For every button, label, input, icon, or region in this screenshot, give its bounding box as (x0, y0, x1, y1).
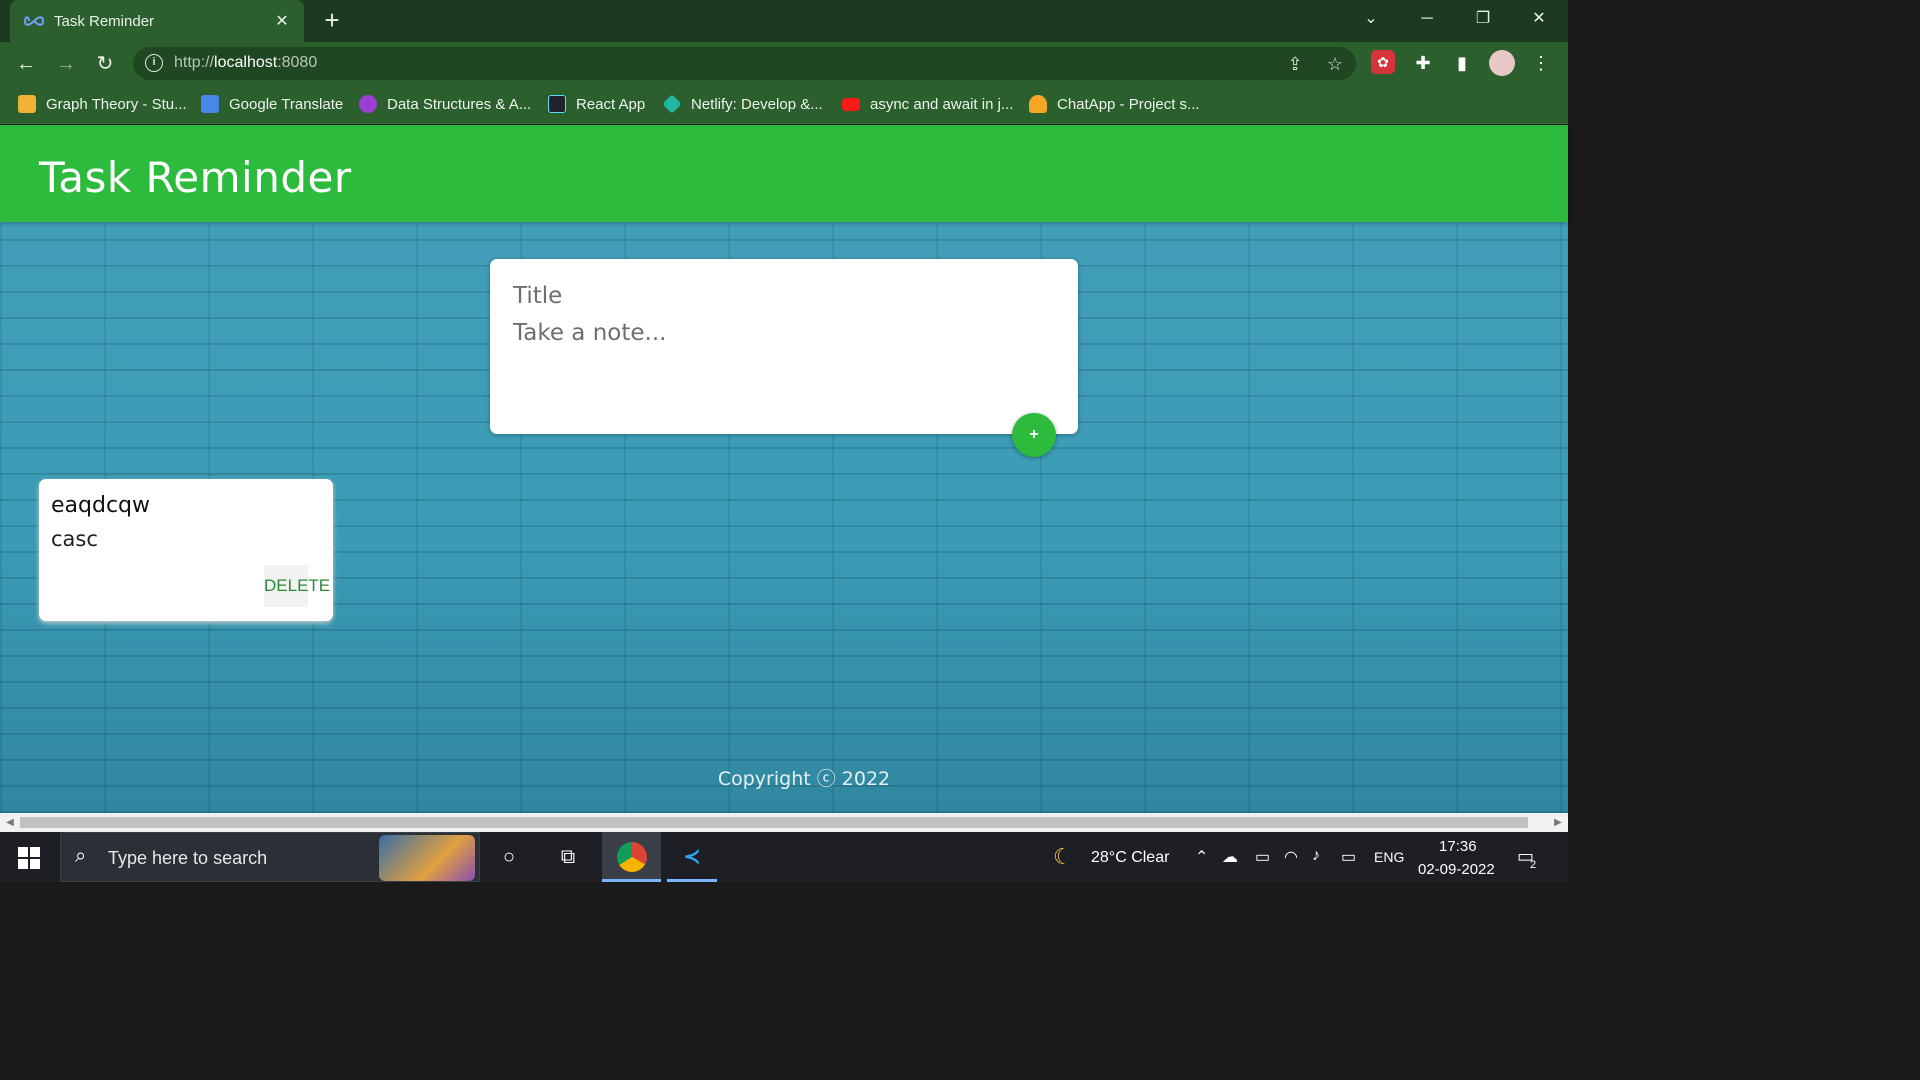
netlify-icon (662, 94, 682, 114)
react-icon (548, 95, 566, 113)
cortana-icon[interactable]: ○ (494, 842, 524, 872)
clock-time[interactable]: 17:36 (1439, 838, 1477, 855)
browser-toolbar: ← → ↻ i http://localhost:8080 ⇪ ☆ ✿ ✚ ▮ … (0, 42, 1568, 84)
app-header: Task Reminder (0, 125, 1568, 222)
forward-icon[interactable]: → (52, 50, 80, 78)
bookmark-item[interactable]: Data Structures & A... (359, 93, 531, 115)
address-bar[interactable]: i http://localhost:8080 ⇪ ☆ (133, 47, 1356, 80)
wifi-icon[interactable]: ◠ (1284, 847, 1298, 867)
extension-icon[interactable]: ✿ (1371, 50, 1395, 74)
task-view-icon[interactable]: ⧉ (553, 842, 583, 872)
note-body-input[interactable] (513, 320, 1053, 390)
running-app-indicator (667, 879, 717, 882)
note-content: casc (51, 527, 98, 551)
vscode-icon[interactable]: ≺ (677, 842, 707, 872)
search-highlight-image (379, 835, 475, 881)
close-window-icon[interactable]: ✕ (1519, 6, 1559, 32)
share-icon[interactable]: ⇪ (1283, 52, 1307, 76)
delete-note-button[interactable]: DELETE (264, 565, 330, 607)
tab-title: Task Reminder (54, 12, 155, 30)
active-app-indicator (602, 879, 661, 882)
youtube-icon (842, 97, 860, 111)
browser-tab-bar: Task Reminder ✕ + ⌄ ─ ❐ ✕ (0, 0, 1568, 42)
bookmark-favicon-icon (18, 95, 36, 113)
info-icon[interactable]: i (145, 54, 163, 72)
note-card: eaqdcqw casc DELETE (39, 479, 333, 621)
puzzle-icon[interactable]: ✚ (1410, 50, 1436, 76)
taskbar-search-box[interactable]: ⌕ Type here to search (60, 832, 480, 882)
page-background: Task Reminder + eaqdcqw casc DELETE Copy… (0, 125, 1568, 813)
clock-date[interactable]: 02-09-2022 (1418, 861, 1495, 878)
weather-text[interactable]: 28°C Clear (1091, 849, 1169, 867)
bookmark-item[interactable]: React App (548, 93, 645, 115)
create-note-form (490, 259, 1078, 434)
windows-taskbar: ⌕ Type here to search ○ ⧉ ≺ ☾ 28°C Clear… (0, 832, 1568, 882)
bookmark-star-icon[interactable]: ☆ (1323, 52, 1347, 76)
bookmark-item[interactable]: async and await in j... (842, 93, 1013, 115)
minimize-icon[interactable]: ─ (1407, 6, 1447, 32)
reload-icon[interactable]: ↻ (91, 50, 119, 78)
volume-icon[interactable]: ♪ (1312, 847, 1320, 865)
browser-tab[interactable]: Task Reminder ✕ (10, 0, 304, 42)
battery-icon[interactable]: ▭ (1341, 847, 1356, 867)
language-indicator[interactable]: ENG (1374, 849, 1404, 865)
tab-search-icon[interactable]: ⌄ (1351, 6, 1391, 32)
side-panel-icon[interactable]: ▮ (1449, 50, 1475, 76)
new-tab-icon[interactable]: + (318, 6, 346, 34)
horizontal-scrollbar[interactable]: ◀ ▶ (0, 813, 1568, 832)
bookmarks-bar: Graph Theory - Stu... Google Translate D… (0, 84, 1568, 124)
bookmark-item[interactable]: Graph Theory - Stu... (18, 93, 187, 115)
note-title: eaqdcqw (51, 493, 150, 518)
scroll-left-icon[interactable]: ◀ (4, 816, 16, 829)
app-title: Task Reminder (39, 153, 352, 202)
menu-icon[interactable]: ⋮ (1528, 50, 1554, 76)
windows-start-icon[interactable] (18, 847, 40, 869)
bookmark-item[interactable]: Netlify: Develop &... (662, 93, 823, 115)
scroll-right-icon[interactable]: ▶ (1552, 816, 1564, 829)
tab-close-icon[interactable]: ✕ (272, 11, 292, 31)
firebase-icon (1029, 95, 1047, 113)
scrollbar-thumb[interactable] (20, 817, 1528, 828)
note-title-input[interactable] (513, 283, 1053, 309)
infinity-icon (24, 16, 44, 26)
profile-avatar[interactable] (1489, 50, 1515, 76)
footer-copyright: Copyright ⓒ 2022 (717, 768, 891, 790)
tray-overflow-icon[interactable]: ⌃ (1195, 847, 1208, 867)
bookmark-favicon-icon (359, 95, 377, 113)
restore-icon[interactable]: ❐ (1463, 6, 1503, 32)
notification-count: 2 (1530, 859, 1537, 871)
meet-icon[interactable]: ▭ (1255, 847, 1270, 867)
bookmark-item[interactable]: Google Translate (201, 93, 343, 115)
bookmark-item[interactable]: ChatApp - Project s... (1029, 93, 1200, 115)
url-text[interactable]: http://localhost:8080 (174, 54, 317, 72)
back-icon[interactable]: ← (12, 50, 40, 78)
add-note-button[interactable]: + (1012, 413, 1056, 457)
moon-icon: ☾ (1053, 844, 1073, 869)
google-translate-icon (201, 95, 219, 113)
chrome-icon[interactable] (617, 842, 647, 872)
onedrive-icon[interactable]: ☁ (1222, 847, 1238, 867)
search-icon: ⌕ (75, 845, 87, 867)
taskbar-search-placeholder: Type here to search (108, 848, 268, 868)
